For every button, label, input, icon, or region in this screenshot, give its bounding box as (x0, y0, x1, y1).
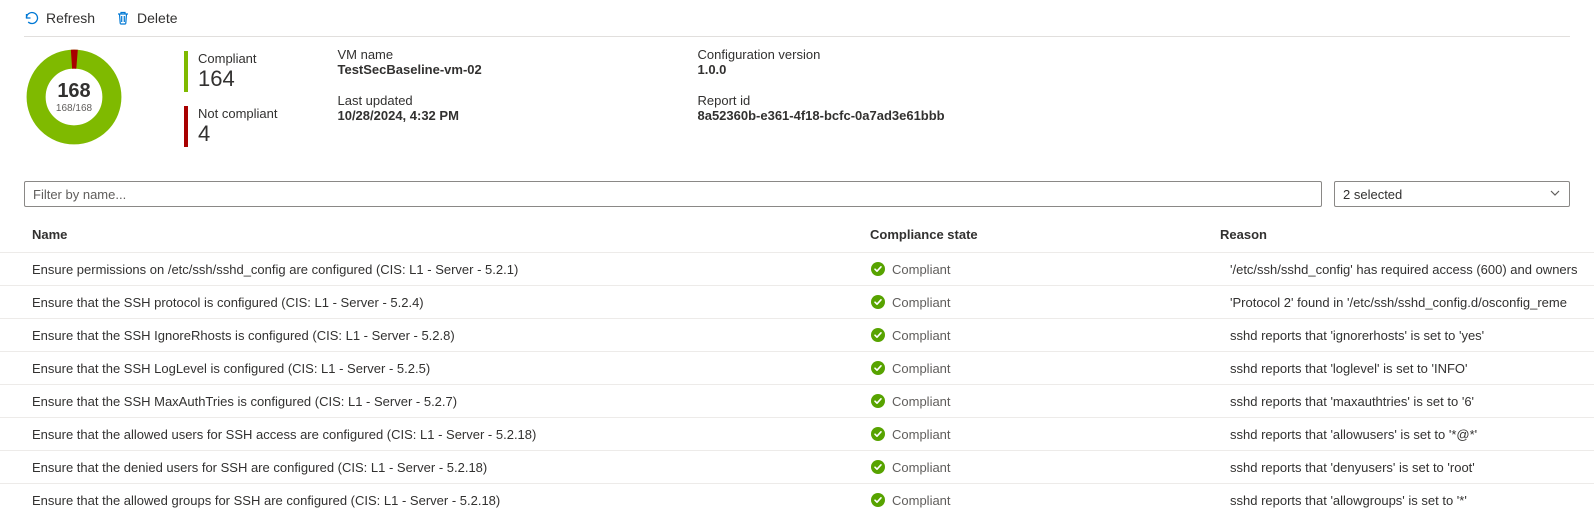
check-circle-icon (870, 492, 886, 508)
cell-name: Ensure that the SSH IgnoreRhosts is conf… (0, 319, 860, 352)
table-row[interactable]: Ensure permissions on /etc/ssh/sshd_conf… (0, 253, 1594, 286)
cell-state: Compliant (860, 352, 1220, 385)
table-header-row: Name Compliance state Reason (0, 217, 1594, 253)
trash-icon (115, 10, 131, 26)
config-version-label: Configuration version (697, 47, 1027, 62)
cell-name: Ensure that the SSH MaxAuthTries is conf… (0, 385, 860, 418)
config-version-value: 1.0.0 (697, 62, 1027, 77)
cell-state: Compliant (860, 418, 1220, 451)
stat-compliant-label: Compliant (198, 51, 277, 66)
compliance-table: Name Compliance state Reason Ensure perm… (0, 217, 1594, 516)
table-row[interactable]: Ensure that the SSH LogLevel is configur… (0, 352, 1594, 385)
cell-state: Compliant (860, 286, 1220, 319)
check-circle-icon (870, 261, 886, 277)
vm-name-value: TestSecBaseline-vm-02 (337, 62, 637, 77)
cell-state-text: Compliant (892, 262, 951, 277)
check-circle-icon (870, 360, 886, 376)
cell-name: Ensure that the SSH protocol is configur… (0, 286, 860, 319)
col-header-name[interactable]: Name (0, 217, 860, 253)
filter-state-select[interactable]: 2 selected (1334, 181, 1570, 207)
cell-state: Compliant (860, 451, 1220, 484)
cell-reason: sshd reports that 'ignorerhosts' is set … (1220, 319, 1594, 352)
cell-name: Ensure that the allowed users for SSH ac… (0, 418, 860, 451)
cell-name: Ensure permissions on /etc/ssh/sshd_conf… (0, 253, 860, 286)
table-row[interactable]: Ensure that the SSH IgnoreRhosts is conf… (0, 319, 1594, 352)
stat-block: Compliant 164 Not compliant 4 (184, 47, 277, 161)
donut-chart: 168 168/168 (24, 47, 124, 147)
stat-compliant: Compliant 164 (184, 51, 277, 92)
cell-reason: sshd reports that 'allowgroups' is set t… (1220, 484, 1594, 517)
cell-state-text: Compliant (892, 328, 951, 343)
cell-state: Compliant (860, 484, 1220, 517)
table-row[interactable]: Ensure that the SSH MaxAuthTries is conf… (0, 385, 1594, 418)
check-circle-icon (870, 327, 886, 343)
kv-block-2: Configuration version 1.0.0 Report id 8a… (697, 47, 1027, 123)
cell-state: Compliant (860, 319, 1220, 352)
cell-state-text: Compliant (892, 460, 951, 475)
kv-block-1: VM name TestSecBaseline-vm-02 Last updat… (337, 47, 637, 123)
cell-reason: 'Protocol 2' found in '/etc/ssh/sshd_con… (1220, 286, 1594, 319)
filter-state-text: 2 selected (1343, 187, 1402, 202)
delete-label: Delete (137, 10, 177, 26)
cell-name: Ensure that the SSH LogLevel is configur… (0, 352, 860, 385)
report-id-label: Report id (697, 93, 1027, 108)
cell-state: Compliant (860, 385, 1220, 418)
col-header-reason[interactable]: Reason (1220, 217, 1594, 253)
refresh-icon (24, 10, 40, 26)
table-row[interactable]: Ensure that the SSH protocol is configur… (0, 286, 1594, 319)
stat-noncompliant-value: 4 (198, 121, 277, 147)
delete-button[interactable]: Delete (115, 10, 177, 26)
check-circle-icon (870, 426, 886, 442)
cell-reason: '/etc/ssh/sshd_config' has required acce… (1220, 253, 1594, 286)
col-header-state[interactable]: Compliance state (860, 217, 1220, 253)
cell-state: Compliant (860, 253, 1220, 286)
report-id-value: 8a52360b-e361-4f18-bcfc-0a7ad3e61bbb (697, 108, 1027, 123)
cell-name: Ensure that the allowed groups for SSH a… (0, 484, 860, 517)
cell-reason: sshd reports that 'maxauthtries' is set … (1220, 385, 1594, 418)
stat-noncompliant-label: Not compliant (198, 106, 277, 121)
donut-fraction: 168/168 (56, 103, 92, 114)
check-circle-icon (870, 294, 886, 310)
table-row[interactable]: Ensure that the allowed groups for SSH a… (0, 484, 1594, 517)
filters-row: 2 selected (0, 181, 1594, 217)
check-circle-icon (870, 393, 886, 409)
donut-total: 168 (56, 80, 92, 103)
chevron-down-icon (1549, 187, 1561, 202)
cell-state-text: Compliant (892, 394, 951, 409)
filter-name-input[interactable] (24, 181, 1322, 207)
cell-state-text: Compliant (892, 493, 951, 508)
stat-compliant-value: 164 (198, 66, 277, 92)
table-row[interactable]: Ensure that the allowed users for SSH ac… (0, 418, 1594, 451)
refresh-button[interactable]: Refresh (24, 10, 95, 26)
last-updated-value: 10/28/2024, 4:32 PM (337, 108, 637, 123)
check-circle-icon (870, 459, 886, 475)
summary-row: 168 168/168 Compliant 164 Not compliant … (0, 37, 1594, 181)
table-row[interactable]: Ensure that the denied users for SSH are… (0, 451, 1594, 484)
cell-state-text: Compliant (892, 361, 951, 376)
cell-reason: sshd reports that 'denyusers' is set to … (1220, 451, 1594, 484)
toolbar: Refresh Delete (0, 0, 1594, 36)
stat-noncompliant: Not compliant 4 (184, 106, 277, 147)
cell-name: Ensure that the denied users for SSH are… (0, 451, 860, 484)
cell-state-text: Compliant (892, 295, 951, 310)
cell-reason: sshd reports that 'loglevel' is set to '… (1220, 352, 1594, 385)
refresh-label: Refresh (46, 10, 95, 26)
cell-reason: sshd reports that 'allowusers' is set to… (1220, 418, 1594, 451)
vm-name-label: VM name (337, 47, 637, 62)
cell-state-text: Compliant (892, 427, 951, 442)
last-updated-label: Last updated (337, 93, 637, 108)
